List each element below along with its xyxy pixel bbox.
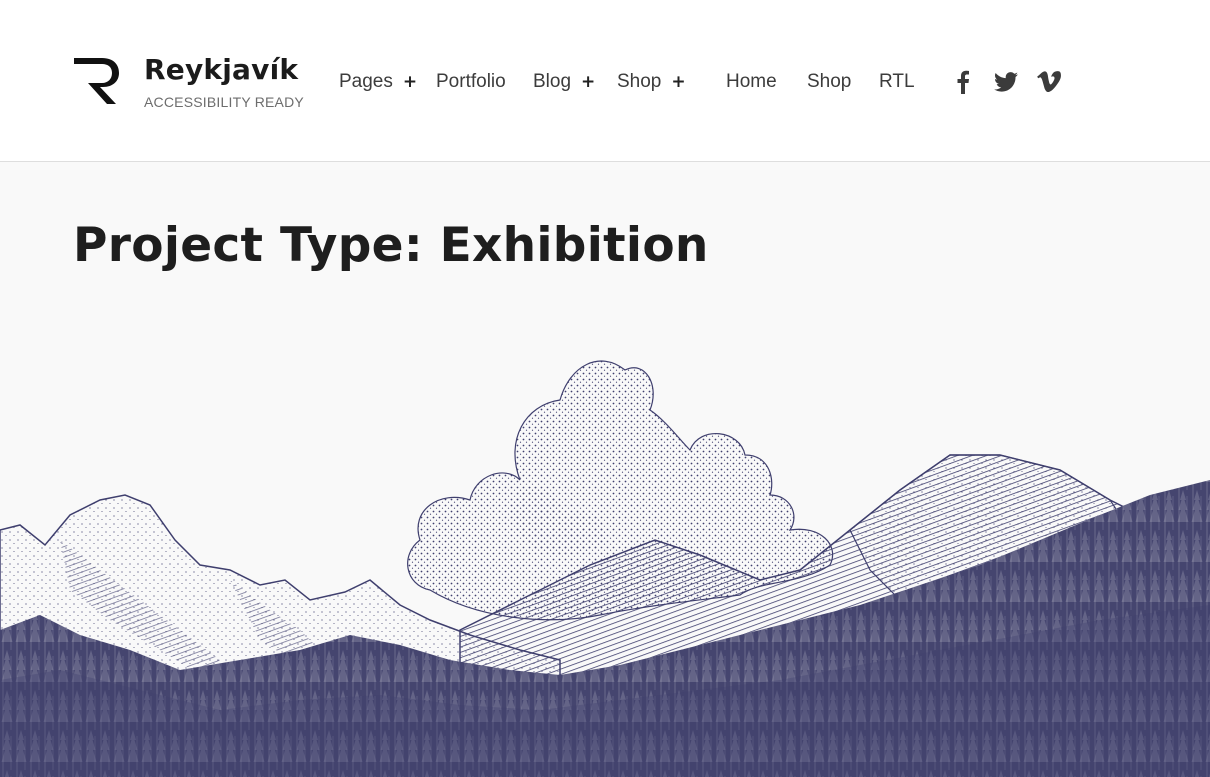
submenu-plus-icon[interactable]: + [403, 72, 417, 92]
nav-item-blog[interactable]: Blog + [533, 68, 595, 96]
nav-item-label: Home [726, 71, 777, 92]
mountain-landscape-illustration [0, 360, 1210, 777]
nav-item-portfolio[interactable]: Portfolio [436, 68, 506, 96]
nav-item-label: Pages [339, 71, 393, 92]
nav-item-home[interactable]: Home [726, 68, 777, 96]
nav-item-rtl[interactable]: RTL [879, 68, 915, 96]
nav-item-pages[interactable]: Pages + [339, 68, 417, 96]
submenu-plus-icon[interactable]: + [671, 72, 685, 92]
vimeo-icon [1037, 71, 1061, 92]
nav-item-label: Shop [807, 71, 852, 92]
site-tagline: ACCESSIBILITY READY [144, 94, 304, 110]
nav-item-shop[interactable]: Shop + [617, 68, 686, 96]
vimeo-link[interactable] [1035, 68, 1063, 96]
facebook-icon [957, 70, 969, 94]
main-navigation: Pages + Portfolio Blog + Shop + Home Sho… [0, 68, 1210, 96]
nav-item-label: Blog [533, 71, 572, 92]
twitter-link[interactable] [992, 68, 1020, 96]
nav-item-shop-secondary[interactable]: Shop [807, 68, 851, 96]
nav-item-label: Portfolio [436, 71, 506, 92]
hero-illustration [0, 330, 1210, 777]
twitter-icon [994, 72, 1018, 92]
nav-item-label: RTL [879, 71, 915, 92]
nav-item-label: Shop [617, 71, 662, 92]
page-title: Project Type: Exhibition [73, 218, 709, 273]
site-header: Reykjavík ACCESSIBILITY READY Pages + Po… [0, 0, 1210, 162]
submenu-plus-icon[interactable]: + [581, 72, 595, 92]
facebook-link[interactable] [949, 68, 977, 96]
